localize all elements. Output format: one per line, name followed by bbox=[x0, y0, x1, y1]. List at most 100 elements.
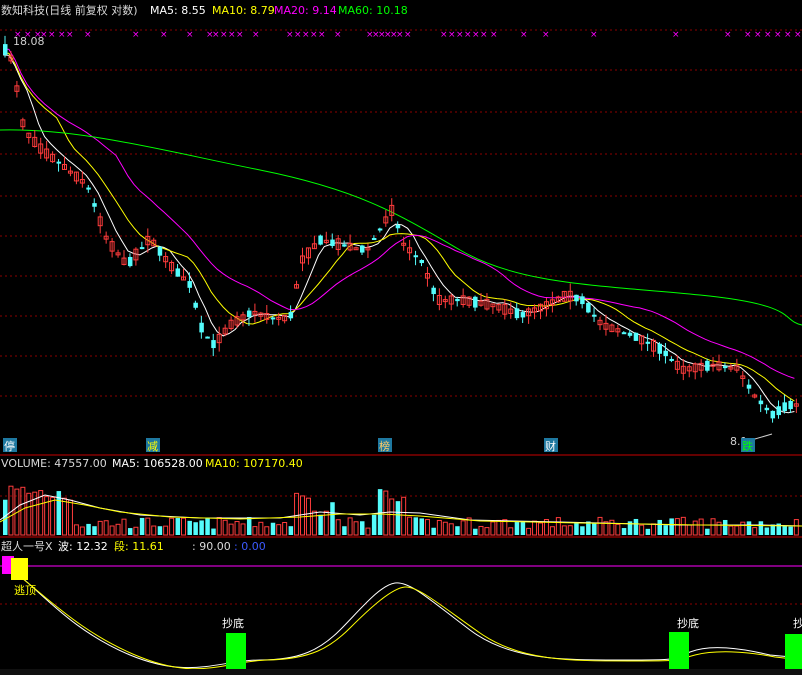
volume-bar bbox=[460, 520, 466, 536]
volume-bar bbox=[436, 519, 442, 536]
x-marker: × bbox=[286, 30, 294, 40]
volume-bar bbox=[793, 519, 799, 536]
candle-body bbox=[770, 410, 776, 419]
indicator-wave: 波: 12.32 bbox=[58, 540, 108, 553]
volume-bar bbox=[526, 527, 532, 536]
volume-readout: VOLUME: 47557.00 bbox=[1, 457, 107, 470]
candle-body bbox=[127, 256, 133, 267]
candle-body bbox=[520, 312, 526, 318]
candle-body bbox=[788, 400, 793, 410]
ma5-readout: MA5: 8.55 bbox=[150, 4, 206, 17]
x-marker: × bbox=[774, 30, 782, 40]
x-marker: × bbox=[334, 30, 342, 40]
volume-bar bbox=[746, 521, 752, 535]
x-marker: × bbox=[724, 30, 732, 40]
bottom-label-1: 抄底 bbox=[222, 616, 244, 630]
candle-body bbox=[395, 224, 401, 229]
ma60-readout: MA60: 10.18 bbox=[338, 4, 408, 17]
marker-1[interactable]: 停 bbox=[4, 439, 15, 453]
volume-bar bbox=[621, 528, 627, 535]
volume-bar bbox=[567, 525, 573, 536]
volume-bar bbox=[538, 522, 543, 536]
volume-ma10-readout: MA10: 107170.40 bbox=[205, 457, 303, 470]
x-marker: × bbox=[744, 30, 752, 40]
candle-body bbox=[330, 239, 335, 247]
volume-bar bbox=[26, 492, 32, 536]
x-marker: × bbox=[48, 30, 56, 40]
volume-bar bbox=[222, 519, 228, 536]
indicator-name: 超人一号X bbox=[1, 539, 53, 553]
x-marker: × bbox=[542, 30, 550, 40]
marker-2[interactable]: 减 bbox=[147, 440, 158, 453]
volume-bar bbox=[288, 526, 294, 535]
volume-bar bbox=[79, 526, 85, 536]
volume-bar bbox=[121, 518, 127, 536]
volume-bar bbox=[330, 502, 335, 535]
volume-bar bbox=[728, 525, 734, 536]
volume-bar bbox=[342, 526, 347, 535]
volume-bar bbox=[490, 521, 496, 536]
volume-bar bbox=[615, 523, 621, 536]
candle-body bbox=[586, 302, 591, 313]
volume-bar bbox=[270, 522, 276, 535]
footer-strip bbox=[0, 669, 802, 675]
volume-bar bbox=[211, 528, 216, 535]
x-marker: × bbox=[784, 30, 792, 40]
x-marker: × bbox=[220, 30, 228, 40]
volume-bar bbox=[145, 517, 151, 536]
volume-bar bbox=[645, 528, 651, 535]
volume-bar bbox=[496, 519, 502, 536]
marker-4[interactable]: 财 bbox=[545, 439, 556, 453]
volume-bar bbox=[508, 527, 514, 536]
volume-bar bbox=[103, 520, 109, 536]
candle-body bbox=[187, 281, 192, 288]
indicator-value-3: : 90.00 bbox=[192, 540, 231, 553]
x-marker: × bbox=[404, 30, 412, 40]
volume-bar bbox=[282, 521, 288, 536]
volume-bar bbox=[692, 520, 698, 536]
x-marker: × bbox=[318, 30, 326, 40]
marker-3[interactable]: 榜 bbox=[379, 439, 390, 453]
volume-bar bbox=[187, 520, 192, 535]
volume-bar bbox=[561, 525, 567, 536]
volume-bar bbox=[734, 525, 740, 536]
volume-bar bbox=[193, 522, 198, 535]
volume-bar bbox=[67, 499, 73, 536]
candle-body bbox=[431, 287, 436, 295]
escape-signal-yellow bbox=[11, 558, 28, 580]
x-marker: × bbox=[294, 30, 302, 40]
x-marker: × bbox=[396, 30, 404, 40]
candle-body bbox=[413, 255, 419, 258]
volume-bar bbox=[442, 521, 448, 536]
x-marker: × bbox=[472, 30, 480, 40]
volume-bar bbox=[574, 522, 579, 535]
volume-bar bbox=[169, 517, 175, 536]
x-marker: × bbox=[480, 30, 488, 40]
x-marker: × bbox=[590, 30, 598, 40]
volume-bar bbox=[657, 519, 662, 535]
candle-body bbox=[592, 314, 597, 317]
x-marker: × bbox=[520, 30, 528, 40]
x-marker: × bbox=[186, 30, 194, 40]
volume-bar bbox=[758, 521, 764, 535]
volume-bar bbox=[371, 514, 377, 535]
candle-body bbox=[377, 228, 383, 231]
volume-bar bbox=[151, 525, 157, 536]
volume-bar bbox=[92, 526, 97, 535]
stock-chart[interactable]: × × ×× × × × × × × × ×× × × × × × × × × × × ×××××× × × × × × × × × × × ×… bbox=[0, 0, 802, 675]
volume-bar bbox=[205, 517, 210, 535]
volume-bar bbox=[353, 521, 359, 536]
volume-bar bbox=[597, 516, 603, 536]
volume-bar bbox=[651, 523, 657, 536]
volume-bar bbox=[294, 492, 300, 536]
volume-bar bbox=[592, 522, 597, 535]
bottom-label-3: 抄 bbox=[793, 616, 802, 630]
x-markers: × × ×× × × × × × × × ×× × × × × × × × × × × ×××××× × × × × × × × × × × ×… bbox=[14, 30, 802, 40]
x-marker: × bbox=[58, 30, 66, 40]
chart-title: 数知科技(日线 前复权 对数) bbox=[1, 3, 138, 17]
candle-body bbox=[371, 238, 377, 241]
volume-bar bbox=[478, 525, 484, 536]
escape-top-label: 逃顶 bbox=[14, 584, 36, 597]
x-marker: × bbox=[440, 30, 448, 40]
marker-5[interactable]: 跌 bbox=[742, 439, 753, 453]
